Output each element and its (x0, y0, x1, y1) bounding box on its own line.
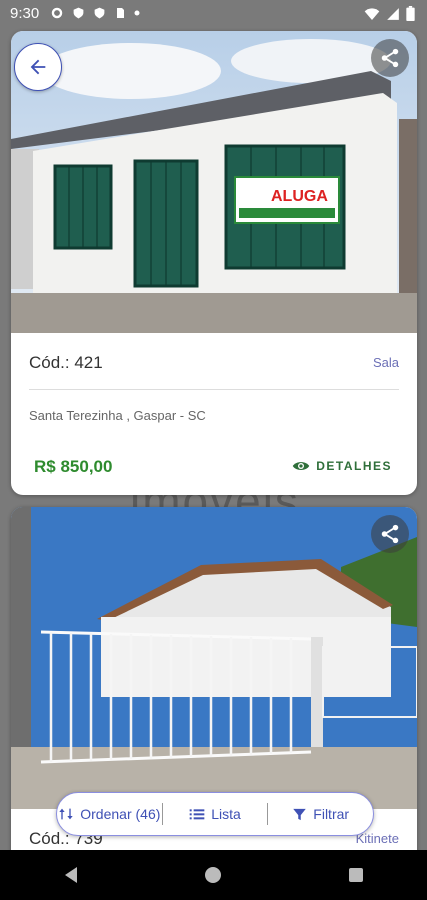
listing-price: R$ 850,00 (34, 457, 113, 476)
sort-label: Ordenar (46) (80, 806, 161, 822)
rental-sign-text: ALUGA (271, 188, 328, 205)
shield-icon (73, 7, 84, 19)
shield-icon (94, 7, 105, 19)
filter-icon (293, 808, 307, 820)
listing-address: Santa Terezinha , Gaspar - SC (29, 408, 206, 423)
share-icon (381, 524, 399, 544)
list-view-label: Lista (211, 806, 241, 822)
details-button[interactable]: DETALHES (292, 459, 392, 473)
gear-icon (51, 7, 63, 19)
card-divider (29, 389, 399, 390)
status-system-icons (364, 6, 415, 21)
listing-type: Sala (372, 355, 399, 370)
listing-code: Cód.: 421 (29, 353, 103, 372)
eye-icon (292, 462, 310, 470)
status-time: 9:30 (10, 5, 40, 22)
share-button[interactable] (371, 39, 409, 77)
nav-back-button[interactable] (51, 855, 91, 895)
battery-icon (406, 6, 415, 21)
status-notification-icons (50, 6, 140, 20)
nav-home-button[interactable] (193, 855, 233, 895)
sd-card-icon (117, 8, 124, 18)
share-button[interactable] (371, 515, 409, 553)
listing-card[interactable]: ALUGA Cód.: 421 Sala Santa Terezinha , G… (11, 31, 417, 495)
signal-icon (387, 7, 399, 20)
circle-home-icon (205, 867, 222, 883)
list-icon (189, 809, 205, 820)
status-bar: 9:30 (0, 0, 427, 28)
share-icon (381, 48, 399, 68)
list-view-button[interactable]: Lista (163, 793, 268, 835)
sort-icon (59, 808, 73, 820)
nav-recents-button[interactable] (336, 855, 376, 895)
dot-icon (134, 10, 140, 16)
arrow-left-icon (30, 59, 46, 75)
square-recents-icon (348, 868, 363, 882)
list-actions-bar: Ordenar (46) Lista Filtrar (56, 792, 374, 836)
back-button[interactable] (14, 43, 62, 91)
filter-button[interactable]: Filtrar (268, 793, 373, 835)
property-photo (11, 507, 417, 809)
details-label: DETALHES (316, 459, 392, 473)
system-nav-bar (0, 850, 427, 900)
wifi-icon (364, 7, 380, 20)
sort-button[interactable]: Ordenar (46) (57, 793, 162, 835)
filter-label: Filtrar (313, 806, 350, 822)
triangle-back-icon (65, 867, 78, 883)
property-photo: ALUGA (11, 31, 417, 333)
